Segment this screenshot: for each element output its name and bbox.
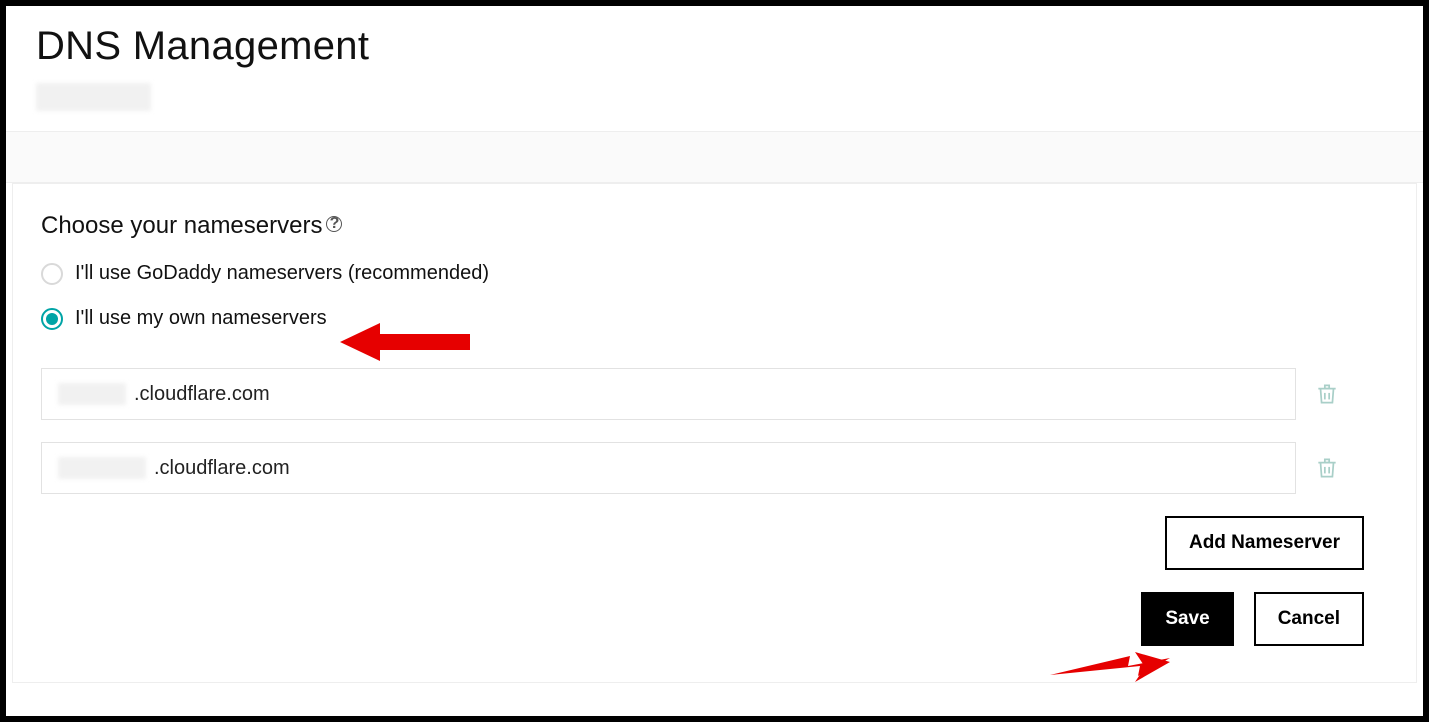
radio-icon-checked[interactable] bbox=[41, 308, 63, 330]
section-title-text: Choose your nameservers bbox=[41, 212, 322, 240]
radio-label-godaddy: I'll use GoDaddy nameservers (recommende… bbox=[75, 262, 489, 285]
radio-icon-unchecked[interactable] bbox=[41, 263, 63, 285]
page-title: DNS Management bbox=[36, 24, 1393, 69]
add-nameserver-button[interactable]: Add Nameserver bbox=[1165, 516, 1364, 570]
save-button[interactable]: Save bbox=[1141, 592, 1233, 646]
trash-icon-2[interactable] bbox=[1314, 455, 1340, 481]
radio-option-custom[interactable]: I'll use my own nameservers bbox=[41, 307, 1388, 330]
help-icon[interactable]: ? bbox=[326, 216, 342, 232]
nameserver-input-2[interactable]: .cloudflare.com bbox=[41, 442, 1296, 494]
nameserver-row-2: .cloudflare.com bbox=[41, 442, 1388, 494]
nameserver-prefix-redacted bbox=[58, 457, 146, 479]
cancel-button[interactable]: Cancel bbox=[1254, 592, 1364, 646]
nameserver-suffix-2: .cloudflare.com bbox=[154, 457, 290, 480]
domain-name-redacted bbox=[36, 83, 151, 111]
nameserver-input-1[interactable]: .cloudflare.com bbox=[41, 368, 1296, 420]
choose-nameservers-title: Choose your nameservers ? bbox=[41, 212, 1388, 240]
nameserver-prefix-redacted bbox=[58, 383, 126, 405]
nameserver-suffix-1: .cloudflare.com bbox=[134, 383, 270, 406]
radio-option-godaddy[interactable]: I'll use GoDaddy nameservers (recommende… bbox=[41, 262, 1388, 285]
trash-icon-1[interactable] bbox=[1314, 381, 1340, 407]
radio-label-custom: I'll use my own nameservers bbox=[75, 307, 327, 330]
spacer-bar bbox=[6, 131, 1423, 183]
nameserver-row-1: .cloudflare.com bbox=[41, 368, 1388, 420]
nameserver-panel: Choose your nameservers ? I'll use GoDad… bbox=[12, 183, 1417, 683]
